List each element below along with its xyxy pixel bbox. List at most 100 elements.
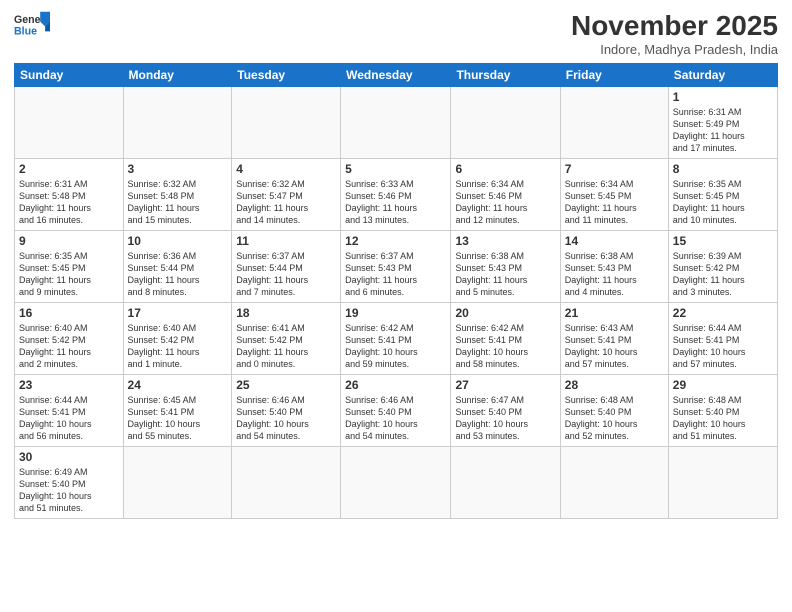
calendar-cell: 25 Sunrise: 6:46 AM Sunset: 5:40 PM Dayli… <box>232 375 341 447</box>
calendar-cell: 2 Sunrise: 6:31 AM Sunset: 5:48 PM Daylig… <box>15 159 124 231</box>
calendar-cell: 15 Sunrise: 6:39 AM Sunset: 5:42 PM Dayli… <box>668 231 777 303</box>
header: General Blue November 2025 Indore, Madhy… <box>14 10 778 57</box>
day-number: 26 <box>345 378 446 392</box>
day-number: 6 <box>455 162 555 176</box>
calendar-cell <box>341 87 451 159</box>
calendar-cell: 13Sunrise: 6:38 AM Sunset: 5:43 PM Dayli… <box>451 231 560 303</box>
day-number: 4 <box>236 162 336 176</box>
day-info: Sunrise: 6:44 AM Sunset: 5:41 PM Dayligh… <box>673 322 773 371</box>
calendar-cell: 1Sunrise: 6:31 AM Sunset: 5:49 PM Daylig… <box>668 87 777 159</box>
day-number: 19 <box>345 306 446 320</box>
day-number: 9 <box>19 234 119 248</box>
day-number: 11 <box>236 234 336 248</box>
day-info: Sunrise: 6:48 AM Sunset: 5:40 PM Dayligh… <box>673 394 773 443</box>
day-info: Sunrise: 6:37 AM Sunset: 5:43 PM Dayligh… <box>345 250 446 299</box>
calendar-week-0: 1Sunrise: 6:31 AM Sunset: 5:49 PM Daylig… <box>15 87 778 159</box>
calendar-cell <box>341 447 451 519</box>
day-info: Sunrise: 6:31 AM Sunset: 5:49 PM Dayligh… <box>673 106 773 155</box>
day-info: Sunrise: 6:32 AM Sunset: 5:47 PM Dayligh… <box>236 178 336 227</box>
day-info: Sunrise: 6:46 AM Sunset: 5:40 PM Dayligh… <box>345 394 446 443</box>
day-number: 5 <box>345 162 446 176</box>
calendar-cell: 22 Sunrise: 6:44 AM Sunset: 5:41 PM Dayli… <box>668 303 777 375</box>
calendar-cell: 8Sunrise: 6:35 AM Sunset: 5:45 PM Daylig… <box>668 159 777 231</box>
calendar-cell: 23 Sunrise: 6:44 AM Sunset: 5:41 PM Dayli… <box>15 375 124 447</box>
month-title: November 2025 <box>571 10 778 42</box>
calendar-week-3: 16 Sunrise: 6:40 AM Sunset: 5:42 PM Dayli… <box>15 303 778 375</box>
day-number: 23 <box>19 378 119 392</box>
title-block: November 2025 Indore, Madhya Pradesh, In… <box>571 10 778 57</box>
calendar-cell <box>560 87 668 159</box>
day-number: 14 <box>565 234 664 248</box>
day-info: Sunrise: 6:31 AM Sunset: 5:48 PM Dayligh… <box>19 178 119 227</box>
calendar-cell: 26 Sunrise: 6:46 AM Sunset: 5:40 PM Dayli… <box>341 375 451 447</box>
location-subtitle: Indore, Madhya Pradesh, India <box>571 42 778 57</box>
day-header-tuesday: Tuesday <box>232 64 341 87</box>
day-info: Sunrise: 6:38 AM Sunset: 5:43 PM Dayligh… <box>455 250 555 299</box>
day-number: 22 <box>673 306 773 320</box>
day-number: 16 <box>19 306 119 320</box>
calendar-table: SundayMondayTuesdayWednesdayThursdayFrid… <box>14 63 778 519</box>
day-info: Sunrise: 6:44 AM Sunset: 5:41 PM Dayligh… <box>19 394 119 443</box>
calendar-cell: 9 Sunrise: 6:35 AM Sunset: 5:45 PM Daylig… <box>15 231 124 303</box>
day-info: Sunrise: 6:33 AM Sunset: 5:46 PM Dayligh… <box>345 178 446 227</box>
day-info: Sunrise: 6:38 AM Sunset: 5:43 PM Dayligh… <box>565 250 664 299</box>
day-number: 28 <box>565 378 664 392</box>
day-number: 2 <box>19 162 119 176</box>
day-number: 24 <box>128 378 228 392</box>
day-info: Sunrise: 6:40 AM Sunset: 5:42 PM Dayligh… <box>128 322 228 371</box>
day-info: Sunrise: 6:34 AM Sunset: 5:45 PM Dayligh… <box>565 178 664 227</box>
calendar-cell: 20 Sunrise: 6:42 AM Sunset: 5:41 PM Dayli… <box>451 303 560 375</box>
day-number: 15 <box>673 234 773 248</box>
calendar-week-5: 30 Sunrise: 6:49 AM Sunset: 5:40 PM Dayli… <box>15 447 778 519</box>
calendar-cell <box>232 87 341 159</box>
calendar-cell: 18Sunrise: 6:41 AM Sunset: 5:42 PM Dayli… <box>232 303 341 375</box>
calendar-cell <box>232 447 341 519</box>
day-number: 20 <box>455 306 555 320</box>
day-info: Sunrise: 6:45 AM Sunset: 5:41 PM Dayligh… <box>128 394 228 443</box>
day-number: 30 <box>19 450 119 464</box>
day-info: Sunrise: 6:40 AM Sunset: 5:42 PM Dayligh… <box>19 322 119 371</box>
day-number: 25 <box>236 378 336 392</box>
logo: General Blue <box>14 10 50 38</box>
day-info: Sunrise: 6:35 AM Sunset: 5:45 PM Dayligh… <box>673 178 773 227</box>
day-number: 21 <box>565 306 664 320</box>
day-header-saturday: Saturday <box>668 64 777 87</box>
calendar-cell: 21 Sunrise: 6:43 AM Sunset: 5:41 PM Dayli… <box>560 303 668 375</box>
day-info: Sunrise: 6:32 AM Sunset: 5:48 PM Dayligh… <box>128 178 228 227</box>
day-number: 7 <box>565 162 664 176</box>
calendar-cell: 5 Sunrise: 6:33 AM Sunset: 5:46 PM Daylig… <box>341 159 451 231</box>
day-info: Sunrise: 6:42 AM Sunset: 5:41 PM Dayligh… <box>455 322 555 371</box>
calendar-cell <box>668 447 777 519</box>
calendar-cell <box>123 447 232 519</box>
calendar-cell: 12 Sunrise: 6:37 AM Sunset: 5:43 PM Dayli… <box>341 231 451 303</box>
day-info: Sunrise: 6:49 AM Sunset: 5:40 PM Dayligh… <box>19 466 119 515</box>
calendar-cell <box>451 87 560 159</box>
day-info: Sunrise: 6:39 AM Sunset: 5:42 PM Dayligh… <box>673 250 773 299</box>
day-header-thursday: Thursday <box>451 64 560 87</box>
calendar-cell: 11 Sunrise: 6:37 AM Sunset: 5:44 PM Dayli… <box>232 231 341 303</box>
calendar-cell: 7 Sunrise: 6:34 AM Sunset: 5:45 PM Daylig… <box>560 159 668 231</box>
day-header-monday: Monday <box>123 64 232 87</box>
calendar-cell: 17 Sunrise: 6:40 AM Sunset: 5:42 PM Dayli… <box>123 303 232 375</box>
calendar-week-1: 2 Sunrise: 6:31 AM Sunset: 5:48 PM Daylig… <box>15 159 778 231</box>
day-number: 12 <box>345 234 446 248</box>
day-info: Sunrise: 6:37 AM Sunset: 5:44 PM Dayligh… <box>236 250 336 299</box>
calendar-cell: 27Sunrise: 6:47 AM Sunset: 5:40 PM Dayli… <box>451 375 560 447</box>
day-info: Sunrise: 6:46 AM Sunset: 5:40 PM Dayligh… <box>236 394 336 443</box>
day-number: 29 <box>673 378 773 392</box>
day-number: 17 <box>128 306 228 320</box>
calendar-cell: 24 Sunrise: 6:45 AM Sunset: 5:41 PM Dayli… <box>123 375 232 447</box>
day-number: 27 <box>455 378 555 392</box>
day-info: Sunrise: 6:35 AM Sunset: 5:45 PM Dayligh… <box>19 250 119 299</box>
calendar-cell <box>123 87 232 159</box>
day-number: 10 <box>128 234 228 248</box>
calendar-cell <box>451 447 560 519</box>
calendar-header-row: SundayMondayTuesdayWednesdayThursdayFrid… <box>15 64 778 87</box>
calendar-cell <box>560 447 668 519</box>
day-info: Sunrise: 6:41 AM Sunset: 5:42 PM Dayligh… <box>236 322 336 371</box>
day-header-friday: Friday <box>560 64 668 87</box>
calendar-cell: 3Sunrise: 6:32 AM Sunset: 5:48 PM Daylig… <box>123 159 232 231</box>
day-info: Sunrise: 6:43 AM Sunset: 5:41 PM Dayligh… <box>565 322 664 371</box>
calendar-cell: 30 Sunrise: 6:49 AM Sunset: 5:40 PM Dayli… <box>15 447 124 519</box>
calendar-week-4: 23 Sunrise: 6:44 AM Sunset: 5:41 PM Dayli… <box>15 375 778 447</box>
